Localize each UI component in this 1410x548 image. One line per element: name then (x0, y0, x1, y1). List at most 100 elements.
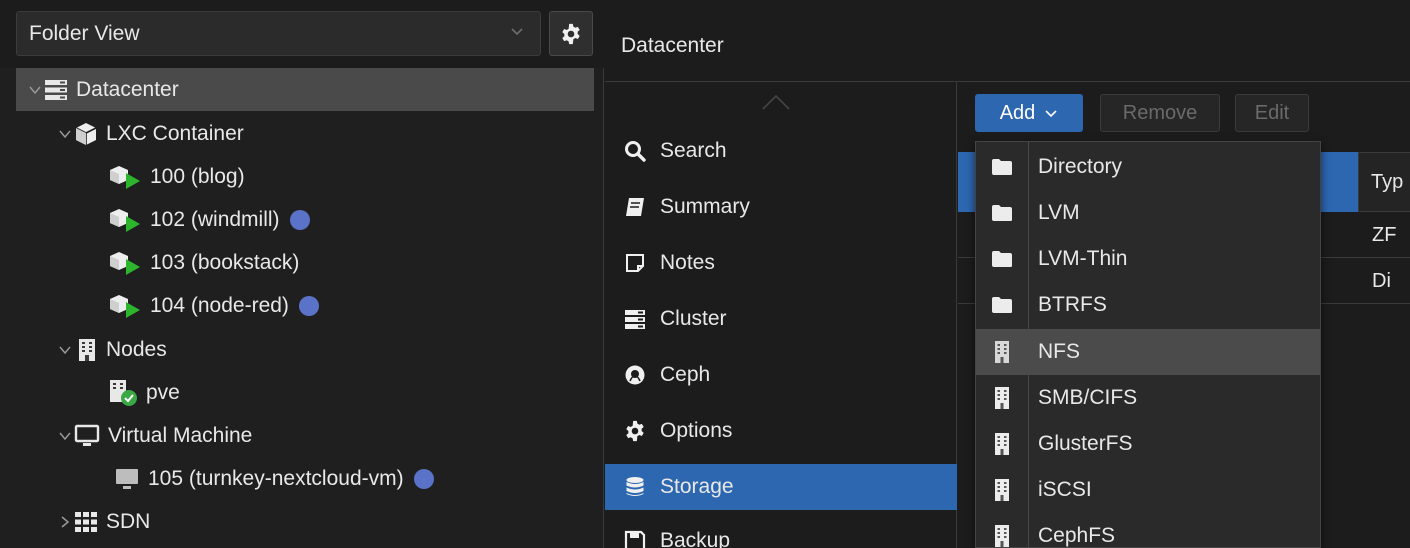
folder-icon (976, 158, 1028, 176)
menu-item-smb-cifs[interactable]: SMB/CIFS (976, 375, 1320, 421)
chevron-down-icon (1045, 110, 1057, 118)
vm-stopped-icon (114, 467, 140, 491)
node-online-icon (108, 379, 138, 407)
folder-icon (976, 204, 1028, 222)
add-button-label: Add (999, 101, 1036, 124)
container-running-icon (108, 164, 142, 190)
expand-toggle-icon[interactable] (56, 513, 74, 531)
scroll-up-icon[interactable] (761, 92, 791, 112)
expand-toggle-icon[interactable] (56, 341, 74, 359)
building-icon (976, 432, 1028, 456)
note-icon (624, 252, 646, 274)
expand-toggle-icon[interactable] (56, 427, 74, 445)
nav-item-label: Search (660, 139, 727, 162)
tree-node-label: LXC Container (106, 121, 244, 145)
menu-item-label: GlusterFS (1038, 432, 1133, 455)
breadcrumb: Datacenter (605, 0, 1410, 82)
menu-item-label: LVM-Thin (1038, 247, 1128, 270)
tree-node-label: Virtual Machine (108, 423, 253, 447)
menu-item-lvm-thin[interactable]: LVM-Thin (976, 236, 1320, 282)
nav-item-label: Notes (660, 251, 715, 274)
tag-dot (289, 209, 310, 230)
page-title: Datacenter (621, 34, 724, 57)
tree-node-label: SDN (106, 509, 151, 533)
tree-node-label: Datacenter (76, 77, 179, 101)
menu-item-btrfs[interactable]: BTRFS (976, 282, 1320, 328)
add-storage-menu: Directory LVM LVM-Thin BTRFS NFS SMB/CIF… (975, 141, 1321, 548)
menu-item-label: NFS (1038, 340, 1080, 363)
add-button[interactable]: Add (975, 94, 1083, 132)
cube-icon (74, 122, 98, 146)
tree-node-ct-104[interactable]: 104 (node-red) (16, 284, 594, 327)
menu-item-label: CephFS (1038, 524, 1116, 547)
storage-toolbar: Add Remove Edit (958, 82, 1410, 140)
server-rack-icon (44, 79, 68, 101)
edit-button[interactable]: Edit (1235, 94, 1309, 132)
folder-icon (976, 250, 1028, 268)
menu-item-iscsi[interactable]: iSCSI (976, 467, 1320, 513)
building-icon (976, 386, 1028, 410)
nav-item-backup[interactable]: Backup (605, 518, 957, 548)
grid-header-label: Typ (1371, 171, 1404, 193)
tree-node-ct-100[interactable]: 100 (blog) (16, 155, 594, 198)
gear-icon (562, 23, 580, 44)
tree-node-virtual-machine[interactable]: Virtual Machine (16, 414, 594, 457)
nav-item-cluster[interactable]: Cluster (605, 296, 957, 342)
grid-header-type[interactable]: Typ (1358, 152, 1410, 212)
expand-toggle-icon[interactable] (26, 81, 44, 99)
building-icon (976, 524, 1028, 547)
menu-item-glusterfs[interactable]: GlusterFS (976, 421, 1320, 467)
nav-item-label: Backup (660, 529, 731, 548)
expand-toggle-icon[interactable] (56, 125, 74, 143)
tree-node-datacenter[interactable]: Datacenter (16, 68, 594, 111)
nav-item-label: Ceph (660, 363, 711, 386)
nav-item-storage[interactable]: Storage (605, 464, 957, 510)
tree-node-nodes[interactable]: Nodes (16, 328, 594, 371)
menu-item-label: LVM (1038, 201, 1080, 224)
tree-settings-button[interactable] (549, 11, 593, 56)
grid-cell-type: ZF (1372, 224, 1397, 246)
gear-icon (624, 420, 646, 442)
menu-item-directory[interactable]: Directory (976, 144, 1320, 190)
tree-node-label: Nodes (106, 337, 167, 361)
nav-item-notes[interactable]: Notes (605, 240, 957, 286)
building-icon (76, 338, 98, 362)
nav-item-label: Summary (660, 195, 750, 218)
menu-item-cephfs[interactable]: CephFS (976, 513, 1320, 547)
menu-item-label: BTRFS (1038, 293, 1107, 316)
building-icon (976, 478, 1028, 502)
view-selector-label: Folder View (29, 22, 140, 45)
tree-node-label: 103 (bookstack) (150, 250, 300, 274)
menu-item-lvm[interactable]: LVM (976, 190, 1320, 236)
tree-node-label: 105 (turnkey-nextcloud-vm) (148, 466, 404, 490)
view-selector[interactable]: Folder View (16, 11, 541, 56)
building-icon (976, 340, 1028, 364)
tag-dot (298, 295, 319, 316)
tree-node-ct-102[interactable]: 102 (windmill) (16, 198, 594, 241)
tree-node-label: 104 (node-red) (150, 293, 289, 317)
menu-item-nfs[interactable]: NFS (976, 329, 1320, 375)
database-icon (624, 476, 646, 498)
tree-node-vm-105[interactable]: 105 (turnkey-nextcloud-vm) (16, 457, 594, 500)
tree-node-sdn[interactable]: SDN (16, 500, 594, 543)
tree-node-lxc-container[interactable]: LXC Container (16, 112, 594, 155)
nav-item-label: Options (660, 419, 733, 442)
nav-item-search[interactable]: Search (605, 128, 957, 174)
tag-dot (413, 468, 434, 489)
nav-item-summary[interactable]: Summary (605, 184, 957, 230)
tree-node-label: 100 (blog) (150, 164, 245, 188)
datacenter-nav: Search Summary Notes Cluster Ceph Option… (605, 82, 957, 548)
edit-button-label: Edit (1254, 101, 1290, 124)
nav-item-ceph[interactable]: Ceph (605, 352, 957, 398)
container-running-icon (108, 293, 142, 319)
chevron-down-icon (511, 28, 523, 36)
menu-item-label: Directory (1038, 155, 1123, 178)
nav-item-options[interactable]: Options (605, 408, 957, 454)
remove-button[interactable]: Remove (1100, 94, 1220, 132)
book-icon (624, 196, 646, 218)
remove-button-label: Remove (1122, 101, 1198, 124)
nav-item-label: Storage (660, 475, 734, 498)
tree-node-pve[interactable]: pve (16, 371, 594, 414)
tree-node-label: 102 (windmill) (150, 207, 280, 231)
tree-node-ct-103[interactable]: 103 (bookstack) (16, 241, 594, 284)
